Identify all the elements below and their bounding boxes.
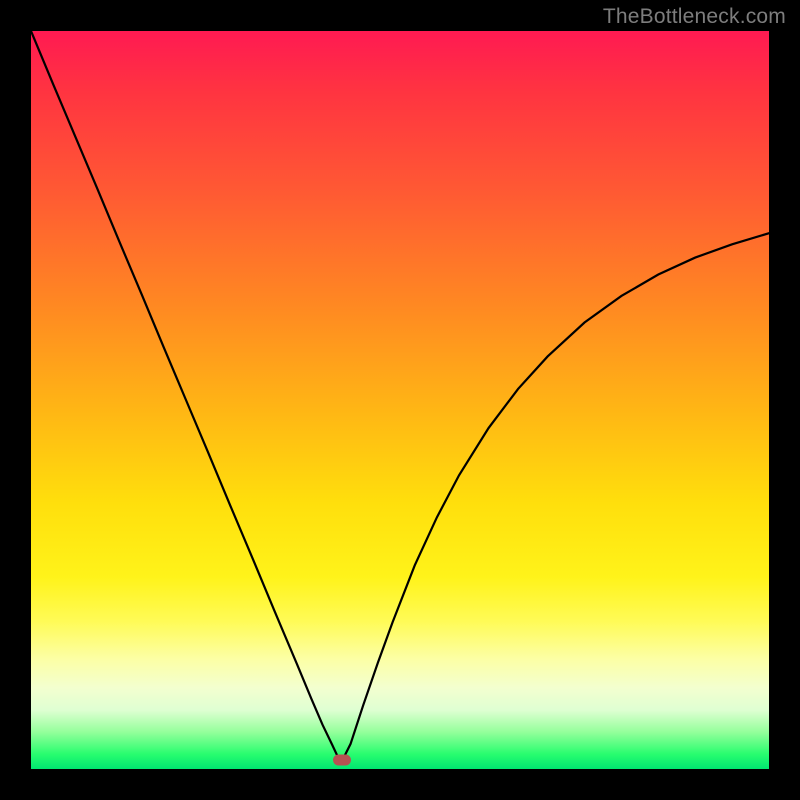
bottleneck-marker: [333, 755, 351, 766]
curve-left-branch: [31, 31, 342, 762]
curve-right-branch: [342, 233, 769, 761]
watermark-text: TheBottleneck.com: [603, 5, 786, 29]
chart-stage: TheBottleneck.com: [0, 0, 800, 800]
plot-area: [31, 31, 769, 769]
curve-svg: [31, 31, 769, 769]
